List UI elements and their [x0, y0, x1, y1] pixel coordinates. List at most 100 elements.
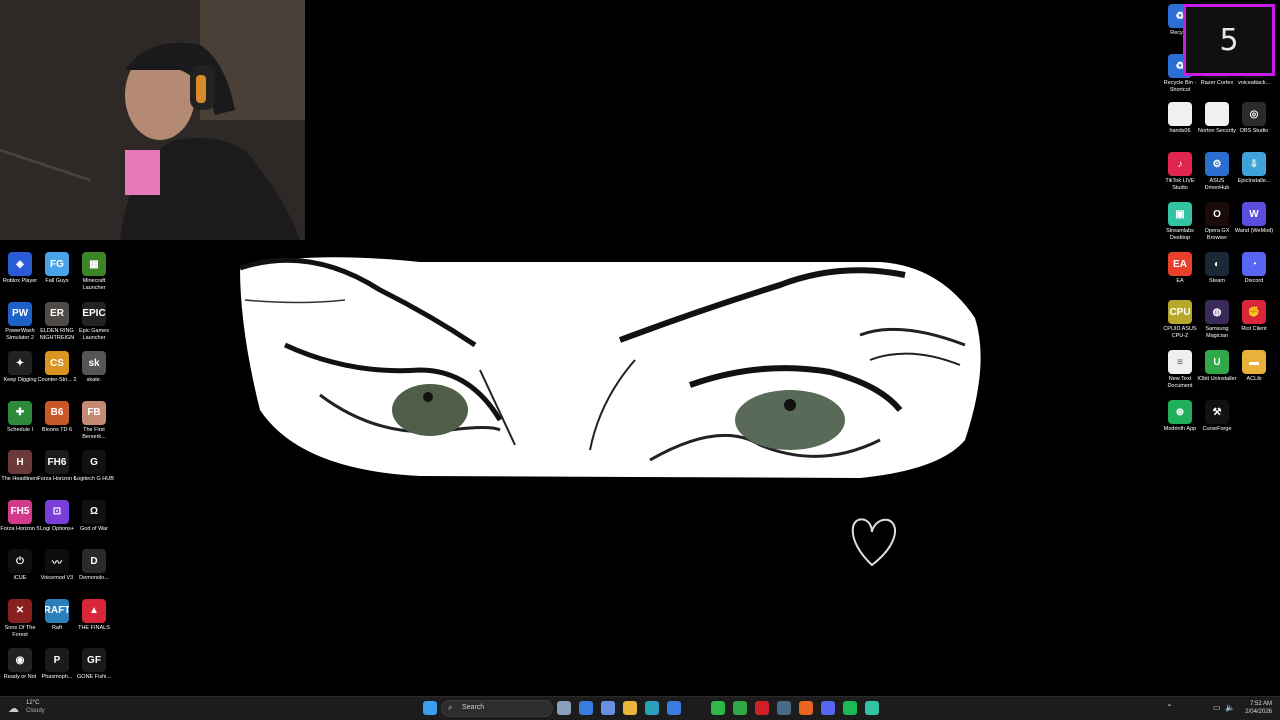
cpuid-asus-cpu-z-icon: CPU [1168, 300, 1192, 324]
desktop-icon-phasmophobia[interactable]: P Phasmoph... [37, 648, 77, 681]
riot-client-icon: ✊ [1242, 300, 1266, 324]
desktop-icon-keep-digging[interactable]: ✦ Keep Digging [0, 351, 40, 384]
desktop-icon-label: THE FINALS [78, 624, 110, 631]
desktop-icon-god-of-war[interactable]: Ω God of War [74, 499, 114, 533]
desktop-icon-roblox-player[interactable]: ◈ Roblox Player [0, 252, 40, 285]
desktop-icon-the-finals[interactable]: ▲ THE FINALS [74, 598, 114, 632]
taskbar-opera-gx-icon[interactable] [755, 701, 769, 715]
taskbar-edge-icon[interactable] [645, 701, 659, 715]
desktop-icon-tiktok-live-studio[interactable]: ♪ TikTok LIVE Studio [1160, 152, 1200, 192]
desktop-icon-label: Raft [51, 624, 63, 631]
desktop-icon-raft[interactable]: RAFT Raft [37, 598, 77, 632]
desktop-icon-label: OBS Studio [1239, 128, 1269, 134]
desktop-icon-demonologist[interactable]: D Demonolo... [74, 549, 114, 582]
desktop-icon-the-first-berserker[interactable]: FB The First Berserk... [74, 400, 114, 441]
desktop-icon-label: IObit Uninstaller [1197, 376, 1237, 382]
taskbar-spotify-icon[interactable] [843, 701, 857, 715]
chevron-up-icon[interactable]: ⌃ [1166, 703, 1173, 712]
taskbar-firefox-icon[interactable] [799, 701, 813, 715]
desktop-icon-iobit-uninstaller[interactable]: U IObit Uninstaller [1197, 350, 1237, 383]
desktop-icon-epic-games-launcher[interactable]: EPIC Epic Games Launcher [74, 301, 114, 342]
taskbar-steam-icon[interactable] [777, 701, 791, 715]
desktop-icon-forza-horizon-5[interactable]: FH5 Forza Horizon 5 [0, 499, 40, 533]
desktop-icon-schedule-i[interactable]: ✚ Schedule I [0, 400, 40, 434]
desktop-icon-counter-strike[interactable]: CS Counter-Stri... 2 [37, 351, 77, 384]
taskbar-microsoft-store-icon[interactable] [667, 701, 681, 715]
search-box[interactable]: ⌕ Search [441, 700, 553, 717]
desktop-icon-label: Steam [1209, 278, 1225, 284]
network-icon[interactable]: ▭ [1213, 703, 1221, 712]
taskbar-widgets-icon[interactable] [579, 701, 593, 715]
god-of-war-icon: Ω [82, 499, 106, 524]
desktop-icon-the-headliners[interactable]: H The Headliners [0, 450, 40, 483]
desktop-icon-discord[interactable]: ◔ Discord [1234, 252, 1274, 285]
desktop-icon-label: PowerWash Simulator 2 [5, 327, 35, 341]
desktop-icon-modrinth-app[interactable]: ⊛ Modrinth App [1160, 400, 1200, 433]
desktop-icon-epic-installer[interactable]: ⇩ EpicInstalle... [1234, 152, 1274, 185]
desktop-icon-steam[interactable]: ◐ Steam [1197, 252, 1237, 285]
desktop-icon-samsung-magician[interactable]: ◍ Samsung Magician [1197, 300, 1237, 340]
desktop-icon-streamlabs-desktop[interactable]: ▣ Streamlabs Desktop [1160, 202, 1200, 242]
taskbar-task-view-icon[interactable] [557, 701, 571, 715]
asus-driverhub-icon: ⚙ [1205, 152, 1229, 176]
taskbar-whatsapp-icon[interactable] [711, 701, 725, 715]
desktop-icon-label: Razer Cortex [1200, 80, 1234, 86]
desktop-icon-label: Minecraft Launcher [82, 278, 106, 291]
taskbar-iobit-icon[interactable] [733, 701, 747, 715]
desktop-icon-label: Opera GX Browser [1204, 228, 1230, 241]
phasmophobia-icon: P [45, 648, 69, 672]
streamlabs-desktop-icon: ▣ [1168, 202, 1192, 226]
desktop-icon-ready-or-not[interactable]: ◉ Ready or Not [0, 648, 40, 681]
desktop-icon-new-text-document[interactable]: ≡ New Text Document [1160, 350, 1200, 390]
desktop-icon-logitech-g-hub[interactable]: G Logitech G HUB [74, 450, 114, 483]
webcam-overlay [0, 0, 305, 240]
desktop-icon-sons-of-the-forest[interactable]: ✕ Sons Of The Forest [0, 598, 40, 639]
desktop-icon-voicemod-v3[interactable]: 〰 Voicemod V3 [37, 549, 77, 582]
desktop-icon-icue[interactable]: ⏻ iCUE [0, 549, 40, 582]
desktop-icon-label: Phasmoph... [41, 674, 73, 680]
desktop-icon-minecraft-launcher[interactable]: ▦ Minecraft Launcher [74, 252, 114, 292]
desktop-icon-powerwash-simulator[interactable]: PW PowerWash Simulator 2 [0, 301, 40, 342]
desktop-icon-asus-driverhub[interactable]: ⚙ ASUS DriverHub [1197, 152, 1237, 192]
desktop-icon-aclib[interactable]: ▬ ACLib [1234, 350, 1274, 383]
desktop-icon-label: GONE Fishi... [77, 674, 111, 680]
volume-icon[interactable]: 🔈 [1225, 703, 1235, 712]
bloons-td6-icon: B6 [45, 400, 69, 425]
desktop-icon-logi-options[interactable]: ⊡ Logi Options+ [37, 499, 77, 533]
steam-icon: ◐ [1205, 252, 1229, 276]
fall-guys-icon: FG [45, 252, 69, 276]
desktop-icon-ea[interactable]: EA EA [1160, 252, 1200, 285]
cloud-icon: ☁ [8, 703, 19, 715]
desktop-icon-gone-fishing[interactable]: GF GONE Fishi... [74, 648, 114, 681]
desktop-icon-label: TikTok LIVE Studio [1165, 178, 1195, 191]
taskbar-discord-icon[interactable] [821, 701, 835, 715]
desktop-icon-label: EA [1176, 278, 1184, 284]
desktop-icon-label: Samsung Magician [1205, 326, 1229, 339]
desktop-icon-label: Epic Games Launcher [79, 327, 109, 341]
taskbar-start-button-icon[interactable] [423, 701, 437, 715]
desktop-icon-label: Wand (WeMod) [1234, 228, 1274, 234]
desktop-icon-bloons-td6[interactable]: B6 Bloons TD 6 [37, 400, 77, 434]
desktop-icon-hands06[interactable]: hands06 [1160, 102, 1200, 135]
desktop-icon-label: ELDEN RING NIGHTREIGN [39, 327, 75, 341]
opera-gx-browser-icon: O [1205, 202, 1229, 226]
taskbar-streamlabs-icon[interactable] [865, 701, 879, 715]
desktop-icon-fall-guys[interactable]: FG Fall Guys [37, 252, 77, 285]
desktop-icon-obs-studio[interactable]: ◎ OBS Studio [1234, 102, 1274, 135]
taskbar-copilot-icon[interactable] [601, 701, 615, 715]
obs-studio-icon: ◎ [1242, 102, 1266, 126]
desktop-icon-curseforge[interactable]: ⚒ CurseForge [1197, 400, 1237, 433]
desktop-icon-cpuid-asus-cpu-z[interactable]: CPU CPUID ASUS CPU-Z [1160, 300, 1200, 340]
weather-temp: 12°C [26, 700, 40, 706]
clock[interactable]: 7:52 AM 2/04/2026 [1245, 700, 1272, 716]
desktop-icon-norton-security[interactable]: Norton Security [1197, 102, 1237, 135]
desktop-icon-wand-wemod[interactable]: W Wand (WeMod) [1234, 202, 1274, 235]
desktop-icon-forza-horizon-6[interactable]: FH6 Forza Horizon 6 [37, 450, 77, 483]
desktop-icon-elden-ring[interactable]: ER ELDEN RING NIGHTREIGN [37, 301, 77, 342]
desktop-icon-label: Ready or Not [3, 674, 37, 680]
desktop-icon-skate[interactable]: sk skate. [74, 351, 114, 384]
desktop-icon-opera-gx-browser[interactable]: O Opera GX Browser [1197, 202, 1237, 242]
taskbar-file-explorer-icon[interactable] [623, 701, 637, 715]
demonologist-icon: D [82, 549, 106, 573]
desktop-icon-riot-client[interactable]: ✊ Riot Client [1234, 300, 1274, 333]
